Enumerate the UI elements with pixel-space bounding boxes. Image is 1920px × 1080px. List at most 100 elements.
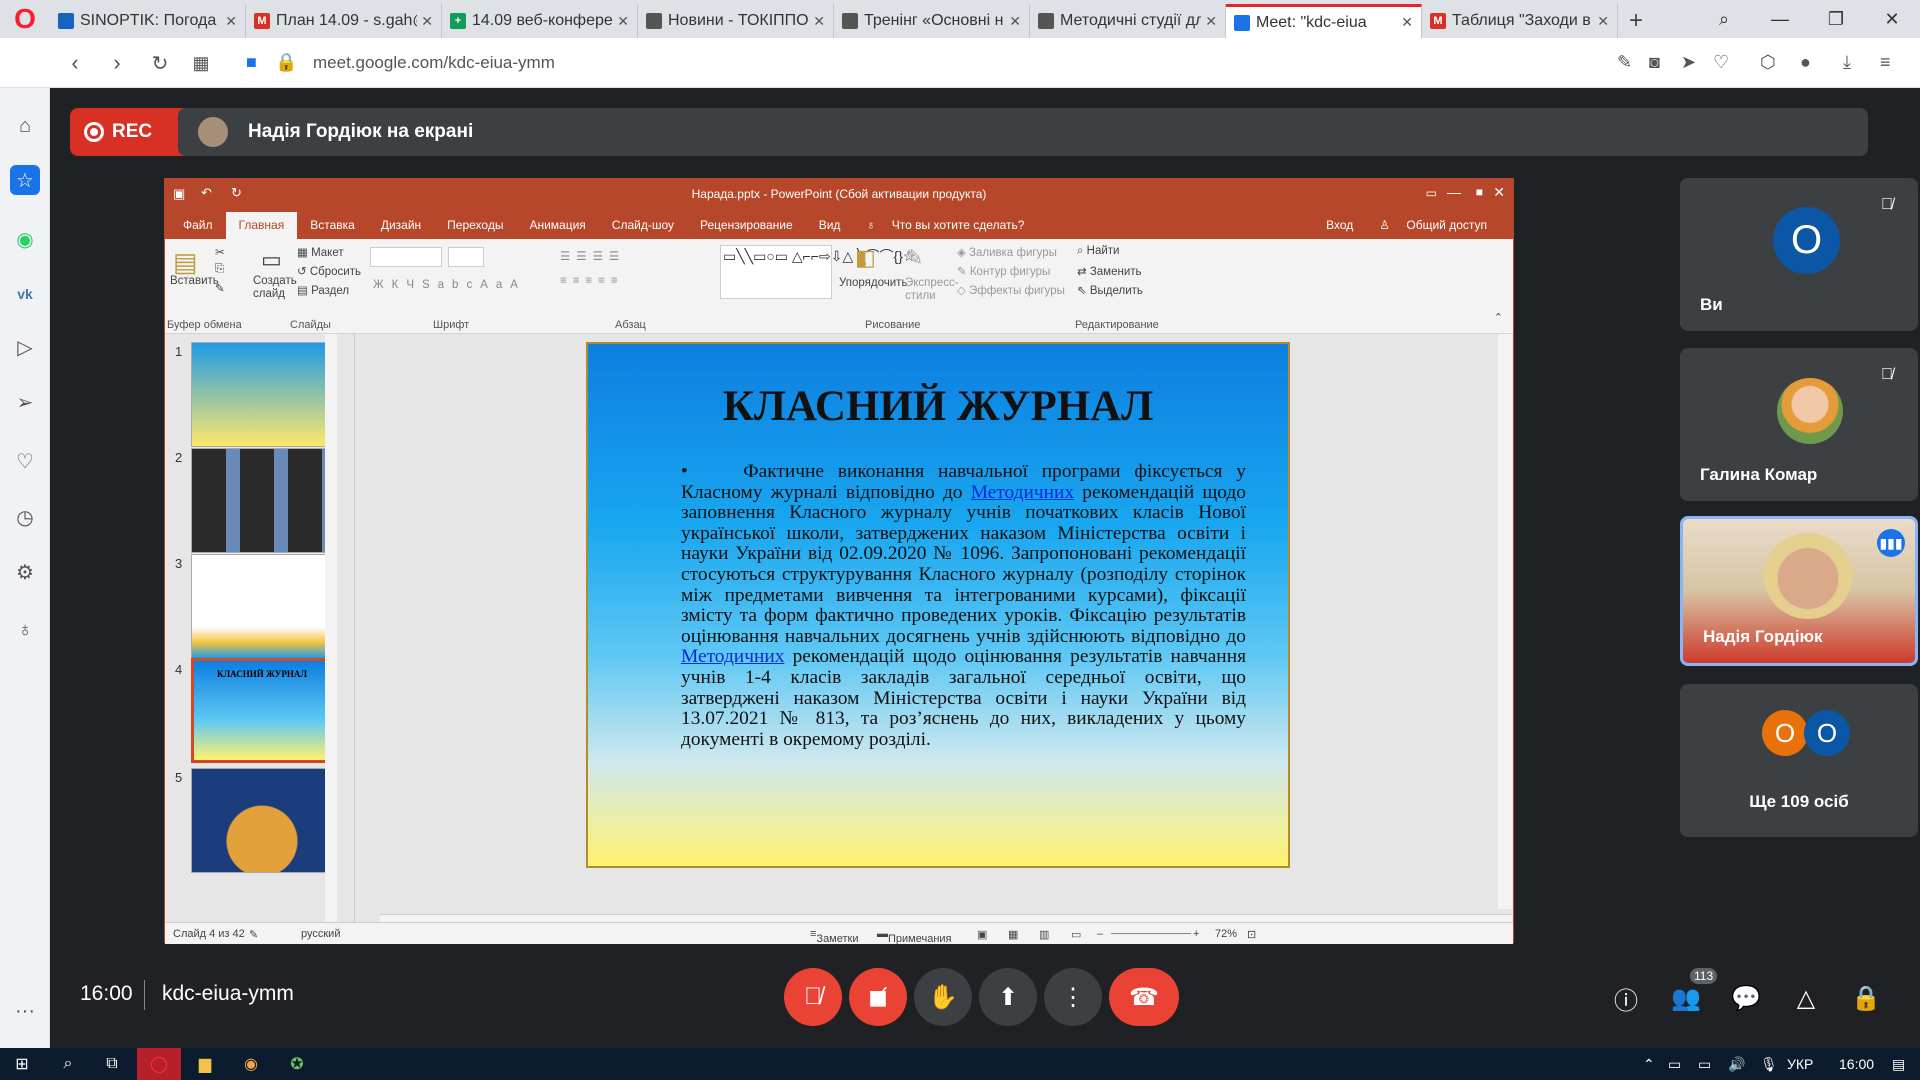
participant-tile-nadiia[interactable]: ▮▮▮ Надія Гордіюк (1680, 516, 1918, 666)
format-painter-icon[interactable]: ✎ (215, 281, 225, 295)
speed-dial-icon[interactable]: ▦ (181, 38, 221, 88)
forward-button[interactable]: › (97, 38, 137, 88)
language-label[interactable]: русский (301, 928, 340, 940)
explorer-taskbar-icon[interactable]: ▆ (183, 1048, 227, 1080)
select-button[interactable]: ⇖ Выделить (1077, 283, 1143, 297)
host-controls-icon[interactable]: 🔒 (1846, 978, 1886, 1018)
url-field[interactable]: meet.google.com/kdc-eiua-ymm (313, 53, 555, 73)
app-taskbar-icon[interactable]: ✪ (275, 1048, 319, 1080)
arrange-icon[interactable]: ◧ (855, 245, 876, 271)
activities-icon[interactable]: △ (1786, 978, 1826, 1018)
profile-icon[interactable]: ● (1800, 52, 1811, 73)
bookmarks-icon[interactable]: ☆ (10, 165, 40, 195)
methodical-link-2[interactable]: Методичних (681, 646, 784, 668)
thumbs-scrollbar[interactable] (325, 334, 337, 924)
list-buttons[interactable]: ☰☰☰☰ (560, 249, 625, 263)
ppt-maximize-button[interactable]: ■ (1476, 185, 1483, 199)
express-styles-button[interactable]: Экспресс-стили (905, 277, 959, 303)
task-view-icon[interactable]: ⧉ (90, 1048, 134, 1080)
close-window-button[interactable]: ✕ (1864, 0, 1920, 38)
camera-indicator-icon[interactable]: ■ (246, 52, 257, 73)
ppt-minimize-button[interactable]: — (1447, 184, 1461, 200)
font-family-select[interactable] (370, 247, 442, 267)
sorter-view-icon[interactable]: ▦ (1008, 928, 1018, 941)
battery-icon[interactable]: ▭ (1668, 1056, 1681, 1073)
menu-transitions[interactable]: Переходы (434, 218, 516, 239)
new-slide-icon[interactable]: ▭ (261, 247, 282, 273)
home-icon[interactable]: ⌂ (10, 111, 40, 141)
reading-view-icon[interactable]: ▥ (1039, 928, 1049, 941)
normal-view-icon[interactable]: ▣ (977, 928, 987, 941)
mic-tray-icon[interactable]: 🎙 (1760, 1056, 1778, 1073)
shape-effects-button[interactable]: ◇ Эффекты фигуры (957, 283, 1065, 297)
download-icon[interactable]: ⤓ (1843, 52, 1851, 73)
spell-check-icon[interactable]: ✎ (249, 928, 258, 941)
browser-tab[interactable]: Тренінг «Основні н ✕ (834, 4, 1030, 38)
align-buttons[interactable]: ≡≡≡≡≡ (560, 275, 624, 287)
close-tab-icon[interactable]: ✕ (1205, 13, 1217, 30)
font-format-buttons[interactable]: ЖКЧSabcAaA (373, 279, 526, 291)
settings-icon[interactable]: ⚙ (10, 557, 40, 587)
replace-button[interactable]: ⇄ Заменить (1077, 264, 1142, 278)
tell-me-box[interactable]: ♁ Что вы хотите сделать? (853, 218, 1050, 239)
heart-icon[interactable]: ♡ (1713, 52, 1729, 73)
search-tabs-icon[interactable]: ⌕ (1696, 0, 1752, 38)
save-icon[interactable]: ▣ (173, 186, 185, 202)
opera-taskbar-icon[interactable]: ◯ (137, 1048, 181, 1080)
redo-icon[interactable]: ↻ (231, 185, 242, 201)
extension-icon[interactable]: ⬡ (1760, 52, 1776, 73)
whatsapp-icon[interactable]: ◉ (10, 224, 40, 254)
shape-outline-button[interactable]: ✎ Контур фигуры (957, 264, 1050, 278)
current-slide[interactable]: КЛАСНИЙ ЖУРНАЛ • Фактичне виконання навч… (586, 342, 1290, 868)
browser-tab[interactable]: Методичні студії дл ✕ (1030, 4, 1226, 38)
restore-button[interactable]: ❐ (1808, 0, 1864, 38)
zoom-level[interactable]: 72% (1215, 928, 1237, 940)
collapse-ribbon-icon[interactable]: ⌃ (1494, 311, 1503, 324)
browser-tab[interactable]: M План 14.09 - s.gah@ ✕ (246, 4, 442, 38)
back-button[interactable]: ‹ (55, 38, 95, 88)
slide-thumbnail-4[interactable]: КЛАСНИЙ ЖУРНАЛ (191, 658, 333, 763)
menu-icon[interactable]: ≡ (1880, 52, 1891, 73)
opera-logo-icon[interactable]: O (0, 0, 50, 38)
notes-toggle[interactable]: ≡ Заметки (810, 928, 859, 945)
chat-icon[interactable]: 💬 (1726, 978, 1766, 1018)
close-tab-icon[interactable]: ✕ (1401, 14, 1413, 31)
volume-icon[interactable]: 🔊 (1728, 1056, 1745, 1073)
arrange-button[interactable]: Упорядочить (839, 277, 907, 289)
keyboard-language[interactable]: УКР (1787, 1056, 1813, 1072)
close-tab-icon[interactable]: ✕ (617, 13, 629, 30)
menu-slideshow[interactable]: Слайд-шоу (599, 218, 687, 239)
zoom-in-button[interactable]: + (1193, 928, 1199, 940)
methodical-link-1[interactable]: Методичних (971, 482, 1074, 503)
slide-thumbnail-3[interactable] (191, 554, 333, 659)
chrome-taskbar-icon[interactable]: ◉ (229, 1048, 273, 1080)
people-icon[interactable]: 👥 (1666, 978, 1706, 1018)
lock-icon[interactable]: 🔒 (275, 52, 297, 73)
paste-button[interactable]: Вставить (170, 275, 219, 287)
browser-tab[interactable]: M Таблиця "Заходи в ✕ (1422, 4, 1618, 38)
meeting-info-icon[interactable]: ⓘ (1606, 978, 1646, 1018)
browser-tab[interactable]: Meet: "kdc-eiua ✕ (1226, 4, 1422, 38)
taskbar-clock[interactable]: 16:00 (1839, 1056, 1874, 1072)
close-tab-icon[interactable]: ✕ (421, 13, 433, 30)
reload-button[interactable]: ↻ (140, 38, 180, 88)
layout-button[interactable]: ▦ Макет (297, 245, 344, 259)
more-icon[interactable]: ··· (10, 996, 40, 1026)
more-options-button[interactable]: ⋮ (1044, 968, 1102, 1026)
history-icon[interactable]: ◷ (10, 502, 40, 532)
menu-file[interactable]: Файл (170, 218, 226, 239)
snapshot-icon[interactable]: ✎ (1617, 52, 1632, 73)
comments-toggle[interactable]: ▬ Примечания (877, 928, 952, 945)
menu-review[interactable]: Рецензирование (687, 218, 806, 239)
browser-tab[interactable]: SINOPTIK: Погода в ✕ (50, 4, 246, 38)
shape-fill-button[interactable]: ◈ Заливка фигуры (957, 245, 1057, 259)
send-icon[interactable]: ➤ (1681, 52, 1696, 73)
menu-view[interactable]: Вид (806, 218, 854, 239)
browser-tab[interactable]: +14.09 веб-конферен ✕ (442, 4, 638, 38)
start-icon[interactable]: ⊞ (0, 1048, 44, 1080)
slide-thumbnail-2[interactable] (191, 448, 333, 553)
paste-icon[interactable]: ▤ (173, 247, 198, 278)
zoom-slider[interactable] (1111, 933, 1191, 934)
new-slide-button[interactable]: Создать слайд (253, 275, 297, 301)
vk-icon[interactable]: vk (10, 279, 40, 309)
